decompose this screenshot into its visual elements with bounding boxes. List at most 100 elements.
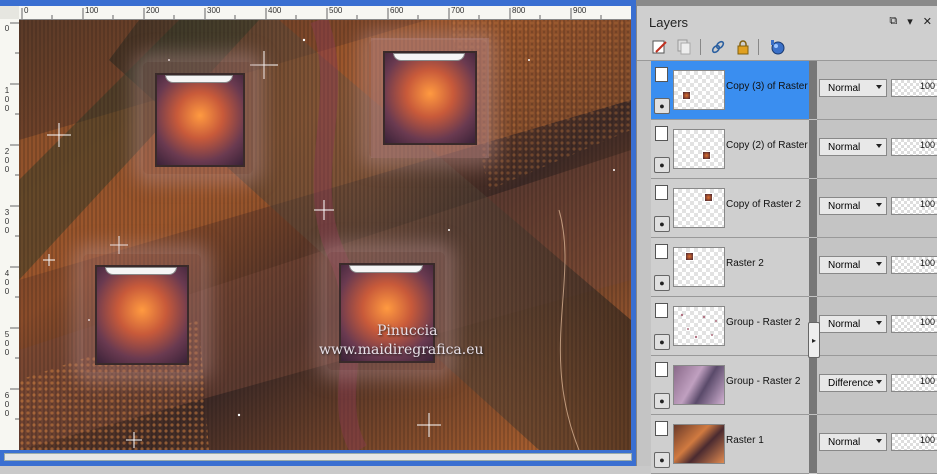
layer-thumbnail [673,306,725,346]
layer-page-icon [655,67,668,82]
layer-divider [809,120,817,178]
layer-divider [809,61,817,119]
blend-mode-value: Normal [828,318,861,330]
blend-mode-dropdown[interactable]: Normal [819,197,887,215]
opacity-value: 100 [919,140,935,150]
layer-properties-icon[interactable] [651,38,669,56]
blend-mode-dropdown[interactable]: Normal [819,138,887,156]
bokeh-photo [155,73,245,167]
opacity-slider[interactable]: 100 [891,433,937,451]
close-icon[interactable]: ✕ [923,15,932,28]
opacity-slider[interactable]: 100 [891,138,937,156]
blend-mode-value: Normal [828,141,861,153]
vertical-ruler: 0 1 0 0 2 0 0 3 0 0 4 0 0 5 0 0 6 0 0 [0,19,20,450]
layer-item[interactable]: ● Group - Raster 2 [651,356,809,415]
horizontal-scrollbar[interactable] [0,450,636,466]
opacity-slider[interactable]: 100 [891,315,937,333]
scrollbar-track[interactable] [4,453,632,461]
thumb-content [682,91,691,100]
blend-mode-dropdown[interactable]: Normal [819,315,887,333]
layer-thumbnail [673,247,725,287]
dropdown-arrow-icon [876,203,882,207]
thumb-content [680,313,717,339]
layer-controls: Normal 100 [817,297,937,356]
layer-thumbnail [673,70,725,110]
blend-mode-dropdown[interactable]: Normal [819,433,887,451]
layer-row-icons: ● [653,126,671,174]
layer-page-icon [655,126,668,141]
opacity-slider[interactable]: 100 [891,79,937,97]
layer-row-icons: ● [653,303,671,351]
blend-mode-dropdown[interactable]: Normal [819,79,887,97]
layers-panel: Layers ⧉ ▾ ✕ ● Copy (3) of Raster 2 Norm… [636,0,937,474]
dropdown-arrow-icon [876,262,882,266]
ruler-label: 200 [146,6,160,15]
thumb-content [702,151,711,160]
ruler-label: 5 0 0 [4,330,10,357]
ruler-label: 600 [390,6,404,15]
blend-mode-value: Normal [828,82,861,94]
layer-item[interactable]: ● Raster 1 [651,415,809,474]
blend-mode-dropdown[interactable]: Normal [819,256,887,274]
layer-item[interactable]: ● Group - Raster 2 [651,297,809,356]
dock-icon[interactable]: ⧉ [889,15,897,28]
layer-item[interactable]: ● Copy (3) of Raster 2 [651,61,809,120]
layer-name: Raster 2 [726,258,764,269]
ruler-label: 700 [451,6,465,15]
photo-bar [165,75,233,83]
layer-item[interactable]: ● Raster 2 [651,238,809,297]
layer-row[interactable]: ● Group - Raster 2 Normal 100 [637,297,937,356]
layer-item[interactable]: ● Copy (2) of Raster 2 [651,120,809,179]
eye-icon[interactable]: ● [654,275,670,291]
opacity-value: 100 [919,81,935,91]
layer-item[interactable]: ● Copy of Raster 2 [651,179,809,238]
layer-thumbnail [673,129,725,169]
layer-name: Copy of Raster 2 [726,199,802,210]
eye-icon[interactable]: ● [654,98,670,114]
eye-icon[interactable]: ● [654,157,670,173]
layer-row[interactable]: ● Raster 2 Normal 100 [637,238,937,297]
opacity-value: 100 [919,435,935,445]
layer-row-icons: ● [653,67,671,115]
layer-row[interactable]: ● Group - Raster 2 Difference 100 [637,356,937,415]
ruler-label: 500 [329,6,343,15]
layer-divider [809,238,817,296]
layer-controls: Normal 100 [817,61,937,120]
link-icon[interactable] [709,38,727,56]
eye-icon[interactable]: ● [654,216,670,232]
layer-page-icon [655,244,668,259]
layer-name: Raster 1 [726,435,764,446]
ruler-label: 4 0 0 [4,269,10,296]
eye-icon[interactable]: ● [654,393,670,409]
eye-icon[interactable]: ● [654,334,670,350]
ruler-label: 300 [207,6,221,15]
ruler-label: 0 [4,24,10,33]
dropdown-arrow-icon [876,439,882,443]
photo-bar [349,265,423,273]
opacity-slider[interactable]: 100 [891,197,937,215]
opacity-slider[interactable]: 100 [891,374,937,392]
toolbar-separator [758,39,759,55]
opacity-slider[interactable]: 100 [891,256,937,274]
layer-row[interactable]: ● Copy (2) of Raster 2 Normal 100 [637,120,937,179]
image-canvas[interactable]: Pinuccia www.maidiregrafica.eu [19,20,631,450]
duplicate-layer-icon[interactable] [675,38,693,56]
layer-thumbnail [673,188,725,228]
layer-controls: Normal 100 [817,238,937,297]
layer-row[interactable]: ● Raster 1 Normal 100 [637,415,937,474]
lock-icon[interactable] [734,38,752,56]
layer-row[interactable]: ● Copy (3) of Raster 2 Normal 100 [637,61,937,120]
layer-divider [809,179,817,237]
blend-mode-value: Normal [828,200,861,212]
layers-toolbar [637,34,937,61]
dropdown-arrow-icon [876,321,882,325]
panel-splitter-arrow-icon[interactable]: ▸ [808,322,820,358]
layer-name: Copy (2) of Raster 2 [726,140,808,151]
blend-mode-dropdown[interactable]: Difference [819,374,887,392]
mask-icon[interactable] [768,38,786,56]
menu-arrow-icon[interactable]: ▾ [907,15,913,28]
layers-panel-header: Layers ⧉ ▾ ✕ [637,6,937,34]
layer-row[interactable]: ● Copy of Raster 2 Normal 100 [637,179,937,238]
panel-title: Layers [649,15,689,30]
opacity-value: 100 [919,376,935,386]
